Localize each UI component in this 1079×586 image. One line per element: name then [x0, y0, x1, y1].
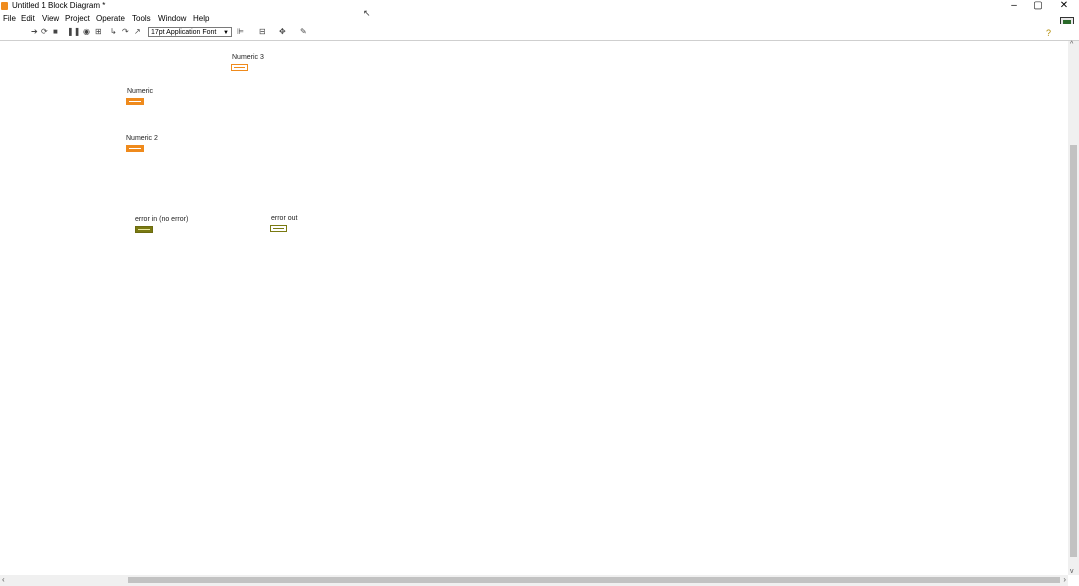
labview-icon [1, 2, 8, 10]
retain-wire-values-icon[interactable]: ⊞ [95, 27, 102, 37]
scroll-left-icon[interactable]: ‹ [2, 575, 5, 584]
step-out-icon[interactable]: ↗ [134, 27, 141, 37]
menu-view[interactable]: View [42, 14, 59, 23]
menu-help[interactable]: Help [193, 14, 209, 23]
menu-tools[interactable]: Tools [132, 14, 151, 23]
numeric-3-label: Numeric 3 [232, 54, 264, 61]
scroll-up-icon[interactable]: ^ [1070, 41, 1073, 48]
mouse-cursor-icon: ↖ [363, 8, 371, 18]
numeric-2-label: Numeric 2 [126, 135, 158, 142]
toolbar: ➔ ⟳ ■ ❚❚ ◉ ⊞ ↳ ↷ ↗ 17pt Application Font… [0, 24, 1079, 41]
distribute-objects-icon[interactable]: ⊟ [259, 27, 266, 37]
align-objects-icon[interactable]: ⊫ [237, 27, 244, 37]
step-into-icon[interactable]: ↳ [110, 27, 117, 37]
menu-bar: File Edit View Project Operate Tools Win… [0, 12, 1040, 24]
abort-icon[interactable]: ■ [53, 27, 58, 37]
cleanup-diagram-icon[interactable]: ✎ [300, 27, 307, 37]
step-over-icon[interactable]: ↷ [122, 27, 129, 37]
context-help-icon[interactable]: ? [1046, 28, 1051, 38]
run-arrow-icon[interactable]: ➔ [31, 27, 38, 37]
chevron-down-icon: ▼ [223, 30, 229, 36]
reorder-icon[interactable]: ✥ [279, 27, 286, 37]
block-diagram[interactable]: Numeric 3 Numeric Numeric 2 error in (no… [0, 41, 1068, 575]
maximize-button[interactable]: ▢ [1030, 0, 1046, 12]
highlight-execution-icon[interactable]: ◉ [83, 27, 90, 37]
numeric-3-terminal[interactable] [231, 64, 248, 71]
run-continuously-icon[interactable]: ⟳ [41, 27, 48, 37]
font-select-value: 17pt Application Font [151, 29, 217, 36]
menu-edit[interactable]: Edit [21, 14, 35, 23]
pause-icon[interactable]: ❚❚ [67, 27, 80, 37]
menu-window[interactable]: Window [158, 14, 186, 23]
vertical-scrollbar[interactable]: ^ v [1068, 41, 1079, 575]
numeric-2-terminal[interactable] [126, 145, 144, 152]
menu-file[interactable]: File [3, 14, 16, 23]
close-button[interactable]: ✕ [1056, 0, 1072, 12]
scroll-down-icon[interactable]: v [1070, 568, 1074, 575]
numeric-terminal[interactable] [126, 98, 144, 105]
numeric-label: Numeric [127, 88, 154, 95]
menu-operate[interactable]: Operate [96, 14, 125, 23]
vertical-scroll-thumb[interactable] [1070, 145, 1077, 557]
scroll-right-icon[interactable]: › [1063, 575, 1066, 584]
minimize-button[interactable]: – [1006, 0, 1022, 12]
error-in-terminal[interactable] [135, 226, 153, 233]
menu-project[interactable]: Project [65, 14, 90, 23]
error-out-terminal[interactable] [270, 225, 287, 232]
horizontal-scrollbar[interactable]: ‹ › [0, 575, 1068, 586]
title-bar: Untitled 1 Block Diagram * – ▢ ✕ [0, 0, 1079, 12]
font-select[interactable]: 17pt Application Font ▼ [148, 27, 232, 37]
horizontal-scroll-thumb[interactable] [128, 577, 1060, 583]
error-out-label: error out [271, 215, 298, 222]
error-in-label: error in (no error) [135, 216, 189, 223]
window-title: Untitled 1 Block Diagram * [12, 1, 106, 10]
